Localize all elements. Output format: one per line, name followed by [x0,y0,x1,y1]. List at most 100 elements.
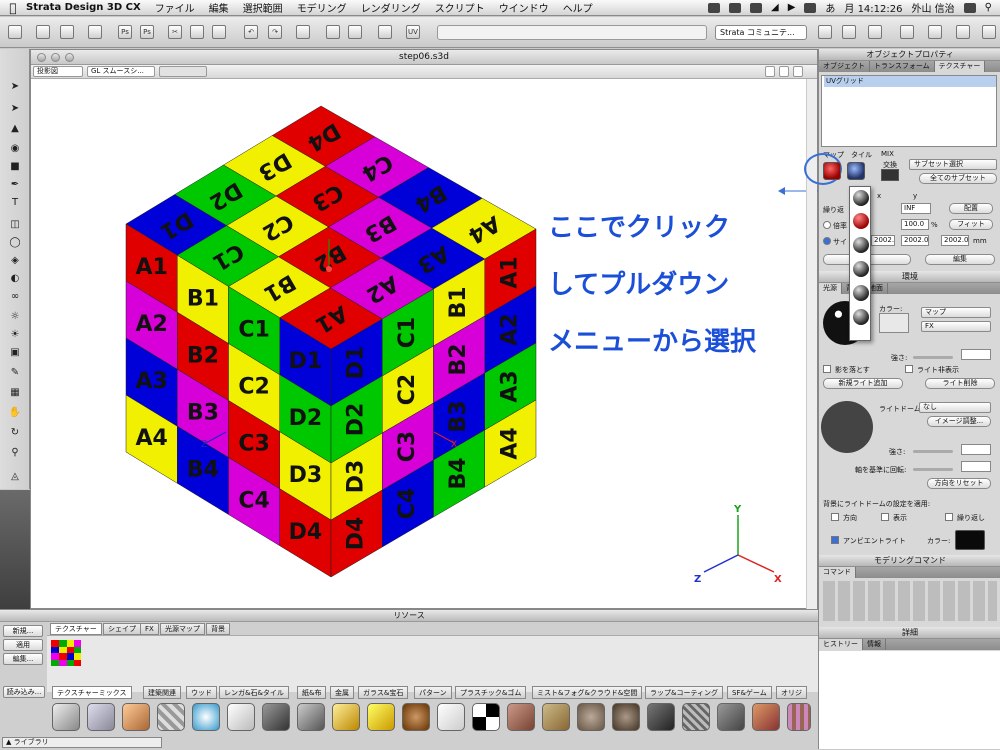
texture-swatch[interactable] [157,703,185,731]
category-tab[interactable]: SF&ゲーム [727,686,772,699]
scale-field[interactable]: 100.0 [901,219,929,230]
category-tab[interactable]: ウッド [186,686,217,699]
shape-option-5[interactable] [853,285,869,301]
texture-swatch[interactable] [787,703,811,731]
res-tab-lightmap[interactable]: 光源マップ [160,623,205,635]
zoom-slider[interactable] [159,66,207,77]
zoom-window-icon[interactable] [65,53,74,62]
map-shape-icon[interactable] [823,162,841,180]
env-fx-select[interactable]: FX [921,321,991,332]
rotate-view-tool-icon[interactable]: ↻ [8,425,22,439]
close-window-icon[interactable] [37,53,46,62]
view-option-icon[interactable] [765,66,775,77]
preview-render-icon[interactable] [842,25,856,39]
texture-list[interactable]: UVグリッド [821,75,997,147]
ambient-color-swatch[interactable] [955,530,985,550]
pointer-tool-icon[interactable]: ➤ [8,79,22,93]
grid-tool-icon[interactable]: ▦ [8,385,22,399]
menu-help[interactable]: ヘルプ [563,0,593,15]
time-machine-icon[interactable] [728,2,741,13]
texture-swatch[interactable] [612,703,640,731]
size-z-field[interactable]: 2002.0 [941,235,969,246]
texture-swatch[interactable] [332,703,360,731]
direct-select-tool-icon[interactable]: ➤ [8,101,22,115]
shape-option-2[interactable] [853,213,869,229]
volume-icon[interactable]: ▶ [788,2,796,13]
texture-swatch[interactable] [87,703,115,731]
category-tab[interactable]: 金属 [330,686,354,699]
rectangle-tool-icon[interactable]: ■ [8,159,22,173]
tab-info[interactable]: 情報 [863,639,886,650]
edit-button[interactable]: 編集 [925,254,995,265]
extrude-tool-icon[interactable]: ◫ [8,217,22,231]
add-light-button[interactable]: 新規ライト追加 [823,378,903,389]
place-button[interactable]: 配置 [949,203,993,214]
direction-checkbox[interactable] [831,513,839,521]
open-file-icon[interactable] [60,25,74,39]
dome-strength-slider[interactable] [913,450,953,453]
texture-swatch[interactable] [647,703,675,731]
photoshop-import-icon[interactable]: Ps [140,25,154,39]
edit-resource-button[interactable]: 編集... [3,653,43,665]
env-map-select[interactable]: マップ [921,307,991,318]
category-tab[interactable]: ラップ&コーティング [645,686,724,699]
display-checkbox[interactable] [881,513,889,521]
render-icon[interactable] [348,25,362,39]
category-tab[interactable]: レンガ&石&タイル [219,686,289,699]
menu-file[interactable]: ファイル [155,0,195,15]
wifi-icon[interactable]: ◢ [771,2,779,13]
camera-icon[interactable] [378,25,392,39]
texture-swatch[interactable] [577,703,605,731]
app-menu[interactable]: Strata Design 3D CX [26,2,141,13]
texture-swatch[interactable] [402,703,430,731]
texture-swatch[interactable] [437,703,465,731]
menu-edit[interactable]: 編集 [209,0,229,15]
tab-history[interactable]: ヒストリー [819,639,863,650]
reset-direction-button[interactable]: 方向をリセット [927,478,991,489]
notification-icon[interactable] [963,2,976,13]
spotlight-icon[interactable]: ⚲ [985,2,992,13]
texture-swatch[interactable] [507,703,535,731]
fit-button[interactable]: フィット [949,219,993,230]
scale-radio[interactable] [823,221,831,229]
select-all-icon[interactable] [296,25,310,39]
repeat-checkbox[interactable] [945,513,953,521]
menu-rendering[interactable]: レンダリング [361,0,421,15]
size-radio[interactable] [823,237,831,245]
history-list[interactable] [819,651,1000,749]
texture-swatch[interactable] [122,703,150,731]
shape-option-4[interactable] [853,261,869,277]
texture-swatch[interactable] [682,703,710,731]
size-x-field[interactable]: 2002.0 [871,235,895,246]
zoom-tool-icon[interactable]: ⚲ [8,445,22,459]
tab-texture[interactable]: テクスチャー [934,61,986,72]
menu-script[interactable]: スクリプト [435,0,485,15]
info-icon[interactable] [868,25,882,39]
category-tab[interactable]: パターン [414,686,452,699]
paint-tool-icon[interactable]: ✎ [8,365,22,379]
transform-tool-icon[interactable]: ▲ [8,121,22,135]
shape-option-6[interactable] [853,309,869,325]
display-icon[interactable] [928,25,942,39]
menu-modeling[interactable]: モデリング [297,0,347,15]
texture-swatch[interactable] [717,703,745,731]
env-color-swatch[interactable] [879,313,909,333]
category-tab[interactable]: 紙&布 [297,686,327,699]
pen-tool-icon[interactable]: ✒ [8,177,22,191]
clock[interactable]: 月 14:12:26 [844,0,902,15]
all-subsets-button[interactable]: 全てのサブセット [919,173,997,184]
layout-option-icon[interactable] [779,66,789,77]
export-icon[interactable] [956,25,970,39]
tile-shape-icon[interactable] [847,162,865,180]
tab-object[interactable]: オブジェクト [819,61,870,72]
ambient-checkbox[interactable] [831,536,839,544]
undo-icon[interactable]: ↶ [244,25,258,39]
repeat-y-field[interactable]: INF [901,203,931,214]
image-adjust-button[interactable]: イメージ調整... [927,416,991,427]
cast-shadow-checkbox[interactable] [823,365,831,373]
sync-icon[interactable] [707,2,720,13]
apply-resource-button[interactable]: 適用 [3,639,43,651]
move-handle-center[interactable] [326,266,332,272]
texture-swatch[interactable] [192,703,220,731]
texture-swatch[interactable] [472,703,500,731]
